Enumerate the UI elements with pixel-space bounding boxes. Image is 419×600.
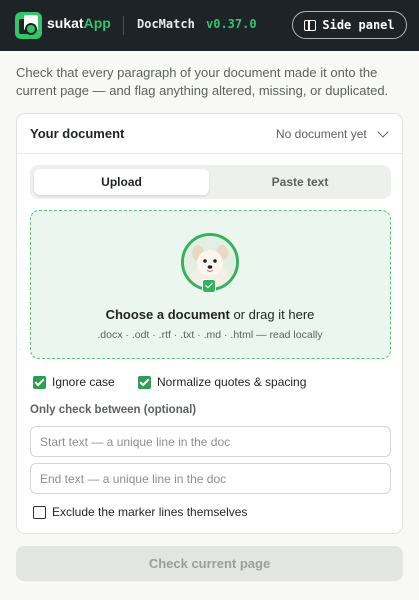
normalize-checkbox[interactable] <box>138 375 151 389</box>
normalize-label: Normalize quotes & spacing <box>157 375 307 389</box>
document-card: Your document No document yet Upload Pas… <box>16 113 403 534</box>
header-divider <box>123 16 124 35</box>
ignore-case-option[interactable]: Ignore case <box>33 374 115 390</box>
document-status: No document yet <box>276 127 367 141</box>
app-logo-icon <box>15 12 42 39</box>
check-badge-icon <box>202 279 216 293</box>
exclude-markers-option[interactable]: Exclude the marker lines themselves <box>33 504 247 520</box>
file-dropzone[interactable]: Choose a document or drag it here .docx … <box>30 210 391 359</box>
tab-upload[interactable]: Upload <box>34 169 209 195</box>
document-card-header[interactable]: Your document No document yet <box>17 114 402 154</box>
end-text-input[interactable] <box>30 463 391 494</box>
source-tabs: Upload Paste text <box>30 165 391 199</box>
supported-formats: .docx · .odt · .rtf · .txt · .md · .html… <box>97 329 323 341</box>
range-label: Only check between (optional) <box>30 404 197 416</box>
check-page-button[interactable]: Check current page <box>16 546 403 581</box>
document-card-title: Your document <box>30 126 125 141</box>
top-bar: sukatApp DocMatch v0.37.0 Side panel <box>0 0 419 51</box>
app-name: DocMatch <box>137 17 195 31</box>
chevron-down-icon[interactable] <box>377 126 389 138</box>
intro-text: Check that every paragraph of your docum… <box>16 65 389 98</box>
exclude-markers-label: Exclude the marker lines themselves <box>52 505 248 519</box>
choose-document-link[interactable]: Choose a document <box>106 307 230 322</box>
dropzone-prompt: Choose a document or drag it here <box>105 307 315 322</box>
ignore-case-checkbox[interactable] <box>33 375 46 389</box>
side-panel-label: Side panel <box>322 18 395 32</box>
normalize-option[interactable]: Normalize quotes & spacing <box>138 374 306 390</box>
app-version: v0.37.0 <box>206 17 257 31</box>
ignore-case-label: Ignore case <box>52 375 115 389</box>
side-panel-button[interactable]: Side panel <box>292 11 407 39</box>
start-text-input[interactable] <box>30 426 391 457</box>
side-panel-icon <box>304 19 317 31</box>
tab-paste-text[interactable]: Paste text <box>213 169 387 195</box>
exclude-markers-checkbox[interactable] <box>33 505 46 519</box>
brand-name: sukatApp <box>47 15 111 31</box>
